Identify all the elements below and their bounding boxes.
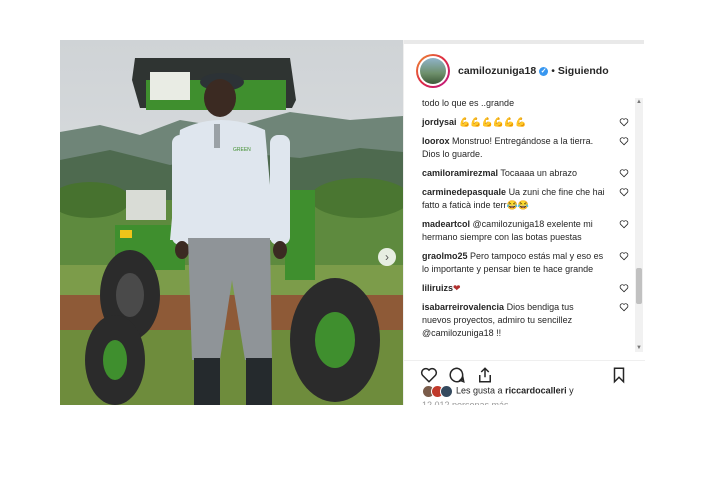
bookmark-icon[interactable]: [610, 366, 628, 384]
shirt-logo-text: GREEN: [233, 147, 251, 153]
header-text: camilozuniga18 ✓ • Siguiendo: [458, 65, 609, 77]
heart-icon[interactable]: [619, 136, 629, 146]
heart-icon[interactable]: [619, 168, 629, 178]
comment-list: todo lo que es ..grande jordysai 💪💪💪💪💪💪 …: [404, 95, 629, 355]
scrollbar-thumb[interactable]: [636, 268, 642, 304]
liker-username[interactable]: riccardocalleri: [505, 385, 567, 395]
heart-icon[interactable]: [420, 366, 438, 384]
comment-user[interactable]: camiloramirezmal: [422, 168, 498, 178]
follow-status-button[interactable]: Siguiendo: [558, 65, 609, 77]
comment-icon[interactable]: [448, 366, 466, 384]
heart-icon[interactable]: [619, 283, 629, 293]
comment-text: todo lo que es ..grande: [422, 98, 515, 108]
next-arrow-icon[interactable]: ›: [378, 248, 396, 266]
comment-text: ❤: [453, 283, 461, 293]
comment-user[interactable]: loorox: [422, 136, 450, 146]
comment-item: jordysai 💪💪💪💪💪💪: [404, 116, 629, 129]
comment-user[interactable]: jordysai: [422, 117, 457, 127]
separator-dot: •: [551, 65, 555, 77]
comment-item: todo lo que es ..grande: [404, 97, 629, 110]
heart-icon[interactable]: [619, 251, 629, 261]
comment-user[interactable]: isabarreirovalencia: [422, 302, 504, 312]
scroll-up-arrow-icon[interactable]: ▲: [635, 98, 643, 106]
comment-item: liliruizs❤: [404, 282, 629, 295]
heart-icon[interactable]: [619, 117, 629, 127]
comment-item: madeartcol @camilozuniga18 exelente mi h…: [404, 218, 629, 244]
likes-prefix: Les gusta a: [456, 385, 503, 396]
scroll-down-arrow-icon[interactable]: ▼: [635, 344, 643, 352]
verified-badge-icon: ✓: [539, 66, 549, 76]
post-photo[interactable]: GREEN ›: [60, 40, 403, 405]
comment-user[interactable]: carminedepasquale: [422, 187, 506, 197]
comment-item: carminedepasquale Ua zuni che fine che h…: [404, 186, 629, 212]
comment-item: isabarreirovalencia Dios bendiga tus nue…: [404, 301, 629, 340]
likes-more[interactable]: 12.012 personas más: [422, 400, 509, 405]
comment-item: loorox Monstruo! Entregándose a la tierr…: [404, 135, 629, 161]
share-icon[interactable]: [476, 366, 494, 384]
comment-panel: camilozuniga18 ✓ • Siguiendo todo lo que es…: [403, 40, 645, 405]
post-modal: GREEN › camilozuniga18 ✓ • Siguiendo todo l…: [60, 40, 645, 405]
liker-avatars: [422, 385, 453, 398]
heart-icon[interactable]: [619, 219, 629, 229]
comment-text: Tocaaaa un abrazo: [500, 168, 577, 178]
comment-user[interactable]: madeartcol: [422, 219, 470, 229]
likes-suffix: y: [569, 385, 574, 396]
likes-summary: Les gusta a riccardocalleri y: [422, 385, 642, 398]
username-link[interactable]: camilozuniga18: [458, 65, 536, 77]
comment-scrollbar[interactable]: ▲ ▼: [635, 98, 643, 352]
post-header: camilozuniga18 ✓ • Siguiendo: [404, 54, 645, 94]
avatar[interactable]: [416, 54, 450, 88]
comment-user[interactable]: liliruizs: [422, 283, 453, 293]
photo-illustration: GREEN: [60, 40, 403, 405]
comment-item: camiloramirezmal Tocaaaa un abrazo: [404, 167, 629, 180]
comment-text: 💪💪💪💪💪💪: [459, 117, 527, 127]
action-bar: [404, 360, 645, 387]
heart-icon[interactable]: [619, 187, 629, 197]
comment-item: graolmo25 Pero tampoco estás mal y eso e…: [404, 250, 629, 276]
heart-icon[interactable]: [619, 302, 629, 312]
comment-user[interactable]: graolmo25: [422, 251, 468, 261]
